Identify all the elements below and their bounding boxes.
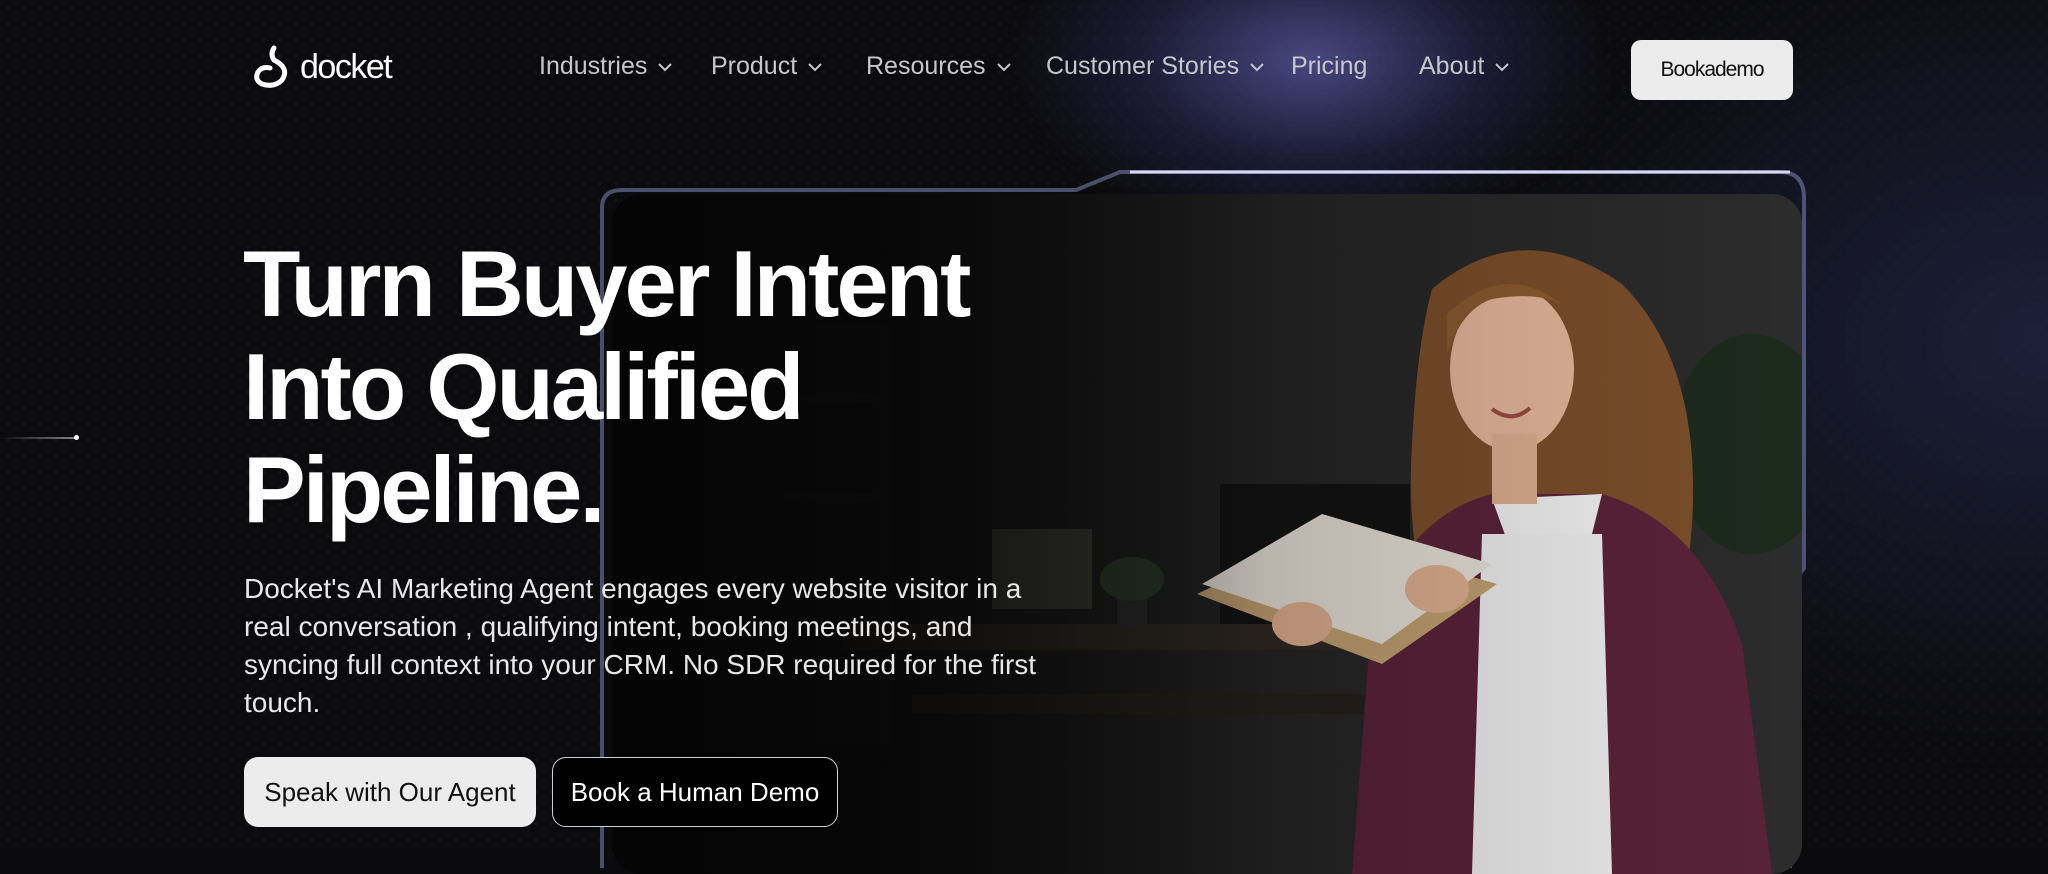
nav-item-customer-stories[interactable]: Customer Stories: [1046, 52, 1265, 81]
chevron-down-icon: [658, 62, 673, 71]
chevron-down-icon: [996, 62, 1011, 71]
nav-item-about[interactable]: About: [1419, 52, 1510, 81]
hero-title-line: Turn Buyer Intent: [243, 231, 971, 336]
nav-item-pricing[interactable]: Pricing: [1291, 52, 1367, 81]
hero-description: Docket's AI Marketing Agent engages ever…: [244, 573, 1037, 718]
decorative-line: [0, 437, 78, 439]
nav-item-label: Customer Stories: [1046, 52, 1240, 80]
book-demo-button[interactable]: Bookademo: [1631, 40, 1793, 100]
hero-title-line: Into Qualified: [243, 334, 805, 439]
chevron-down-icon: [1495, 62, 1510, 71]
nav-item-label: Industries: [539, 52, 648, 80]
nav-item-product[interactable]: Product: [711, 52, 823, 81]
speak-with-agent-button[interactable]: Speak with Our Agent: [244, 757, 536, 827]
hero-title-line: Pipeline.: [243, 437, 606, 542]
logo[interactable]: docket: [252, 44, 393, 90]
hero-title: Turn Buyer Intent Into Qualified Pipelin…: [243, 232, 1043, 541]
nav-item-industries[interactable]: Industries: [539, 52, 673, 81]
nav-item-label: Resources: [866, 52, 986, 80]
logo-text: docket: [300, 47, 393, 86]
nav-item-label: Pricing: [1291, 52, 1368, 80]
nav-item-label: About: [1419, 52, 1485, 80]
decorative-dot: [74, 435, 79, 440]
chevron-down-icon: [808, 62, 822, 71]
nav-item-label: Product: [711, 52, 798, 80]
chevron-down-icon: [1250, 62, 1264, 71]
book-human-demo-button[interactable]: Book a Human Demo: [552, 757, 838, 827]
top-navigation: docket Industries Product Resources Cust…: [0, 0, 2048, 140]
nav-item-resources[interactable]: Resources: [866, 52, 1012, 81]
docket-logo-icon: [254, 45, 288, 88]
